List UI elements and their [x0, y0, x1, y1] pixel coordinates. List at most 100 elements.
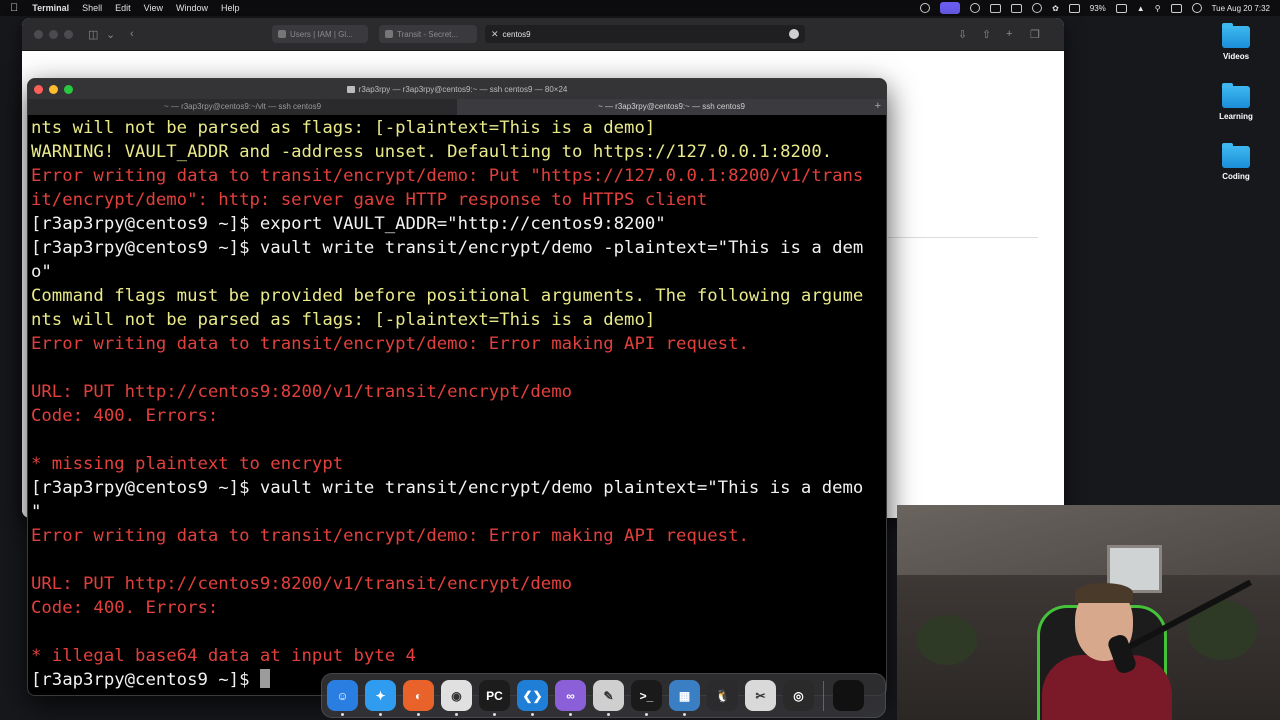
text-cursor [259, 669, 270, 688]
creative-cloud-icon[interactable] [920, 3, 931, 13]
safari-toolbar: ◫ ⌄ ‹ Users | IAM | Gl... Transit - Secr… [22, 18, 1064, 51]
running-indicator [417, 713, 420, 716]
apple-menu-icon[interactable]:  [10, 2, 18, 14]
window-manager-icon[interactable] [990, 3, 1002, 13]
pycharm-app-icon[interactable]: PC [479, 680, 510, 716]
menu-view[interactable]: View [144, 3, 163, 13]
menubar-clock[interactable]: Tue Aug 20 7:32 [1212, 4, 1270, 13]
desktop-folder-coding[interactable]: Coding [1206, 143, 1266, 181]
desktop-folder-learning[interactable]: Learning [1206, 83, 1266, 121]
zoom-window-icon[interactable] [64, 85, 73, 94]
running-indicator [493, 713, 496, 716]
tab-label: Users | IAM | Gl... [290, 29, 353, 39]
terminal-tab-home[interactable]: ~ — r3ap3rpy@centos9:~ — ssh centos9 [457, 99, 886, 115]
minimize-window-icon[interactable] [49, 30, 58, 39]
terminal-line: Error writing data to transit/encrypt/de… [31, 334, 749, 354]
menu-window[interactable]: Window [176, 3, 208, 13]
obs-app-icon[interactable]: ◎ [783, 680, 814, 711]
running-indicator [683, 713, 686, 716]
chrome-app-icon[interactable]: ◉ [441, 680, 472, 716]
finder-app-icon[interactable]: ☺ [327, 680, 358, 716]
screen-recording-icon[interactable] [940, 2, 961, 14]
battery-icon[interactable] [1115, 3, 1127, 13]
terminal-line: nts will not be parsed as flags: [-plain… [31, 118, 656, 138]
folder-icon [346, 85, 355, 93]
menu-edit[interactable]: Edit [115, 3, 131, 13]
safari-tab-centos9[interactable]: ✕ centos9 [485, 25, 805, 43]
terminal-line: [r3ap3rpy@centos9 ~]$ vault write transi… [31, 238, 864, 258]
dock-glyph: ◉ [451, 688, 462, 703]
dock-glyph: ▦ [678, 688, 691, 703]
webcam-ceiling [897, 505, 1280, 575]
control-center-icon[interactable] [1170, 3, 1182, 13]
vscode-app-icon[interactable]: ❮❯ [517, 680, 548, 716]
terminal-line: * illegal base64 data at input byte 4 [31, 646, 416, 666]
back-arrow-icon[interactable]: ‹ [130, 28, 134, 40]
more-options-icon[interactable] [789, 29, 799, 39]
obs-status-icon[interactable] [970, 3, 981, 13]
favicon-icon [278, 30, 286, 38]
new-tab-icon[interactable]: + [1006, 28, 1012, 40]
tab-label: centos9 [502, 29, 531, 39]
wifi-icon[interactable]: ▲ [1137, 4, 1145, 13]
zoom-window-icon[interactable] [64, 30, 73, 39]
running-indicator [531, 713, 534, 716]
dock-glyph: ◎ [793, 688, 804, 703]
terminal-line: Code: 400. Errors: [31, 406, 219, 426]
desktop-folder-label: Videos [1222, 52, 1250, 61]
terminal-line: it/encrypt/demo": http: server gave HTTP… [31, 190, 708, 210]
safari-tab-transit-secret[interactable]: Transit - Secret... [379, 25, 477, 43]
desktop-folder-videos[interactable]: Videos [1206, 23, 1266, 61]
firefox-app-icon[interactable]: ◐ [403, 680, 434, 716]
menu-help[interactable]: Help [221, 3, 240, 13]
windows-app-icon[interactable]: ▦ [669, 680, 700, 716]
webcam-plant [917, 615, 977, 665]
safari-tab-users-iam[interactable]: Users | IAM | Gl... [272, 25, 368, 43]
tab-overview-icon[interactable]: ❐ [1030, 28, 1040, 41]
new-tab-icon[interactable]: + [875, 100, 881, 112]
bluetooth-icon[interactable]: ✿ [1052, 4, 1059, 13]
share-icon[interactable]: ⇧ [982, 28, 991, 41]
dock-glyph: ◐ [414, 688, 423, 703]
dock-glyph: >_ [639, 688, 654, 703]
menu-shell[interactable]: Shell [82, 3, 102, 13]
page-divider [888, 237, 1038, 238]
downloads-icon[interactable]: ⇩ [958, 28, 967, 41]
favicon-icon [385, 30, 393, 38]
close-tab-icon[interactable]: ✕ [491, 29, 499, 40]
running-indicator [341, 713, 344, 716]
terminal-title: r3ap3rpy — r3ap3rpy@centos9:~ — ssh cent… [358, 84, 568, 94]
timer-icon[interactable] [1032, 3, 1043, 13]
sidebar-toggle-icon[interactable]: ◫ [88, 28, 98, 41]
terminal-line: Error writing data to transit/encrypt/de… [31, 166, 864, 186]
terminal-output[interactable]: nts will not be parsed as flags: [-plain… [28, 115, 886, 692]
minimize-window-icon[interactable] [49, 85, 58, 94]
terminal-line: * missing plaintext to encrypt [31, 454, 344, 474]
close-window-icon[interactable] [34, 30, 43, 39]
clipboard-icon[interactable] [1011, 3, 1023, 13]
chevron-down-icon[interactable]: ⌄ [106, 28, 115, 41]
close-window-icon[interactable] [34, 85, 43, 94]
spotlight-search-icon[interactable]: ⚲ [1155, 4, 1161, 13]
visual-studio-app-icon[interactable]: ∞ [555, 680, 586, 716]
menu-app-name[interactable]: Terminal [32, 3, 69, 13]
terminal-line: WARNING! VAULT_ADDR and -address unset. … [31, 142, 833, 162]
running-indicator [455, 713, 458, 716]
final-cut-app-icon[interactable]: ✂ [745, 680, 776, 711]
linux-app-icon[interactable]: 🐧 [707, 680, 738, 711]
preview-app-icon[interactable]: ✎ [593, 680, 624, 716]
terminal-line: Code: 400. Errors: [31, 598, 219, 618]
menubar-status-area: ✿ 93% ▲ ⚲ Tue Aug 20 7:32 [920, 0, 1270, 16]
siri-icon[interactable] [1191, 3, 1202, 13]
minimized-window-icon[interactable] [833, 680, 864, 711]
terminal-app-icon[interactable]: >_ [631, 680, 662, 716]
terminal-tab-vlt[interactable]: ~ — r3ap3rpy@centos9:~/vlt — ssh centos9 [28, 99, 457, 115]
shell-prompt: [r3ap3rpy@centos9 ~]$ [31, 670, 260, 690]
menu-extra-icon[interactable] [1068, 3, 1080, 13]
dock-glyph: ✦ [375, 688, 386, 703]
battery-percent: 93% [1089, 3, 1106, 13]
safari-app-icon[interactable]: ✦ [365, 680, 396, 716]
terminal-line: " [31, 502, 42, 522]
